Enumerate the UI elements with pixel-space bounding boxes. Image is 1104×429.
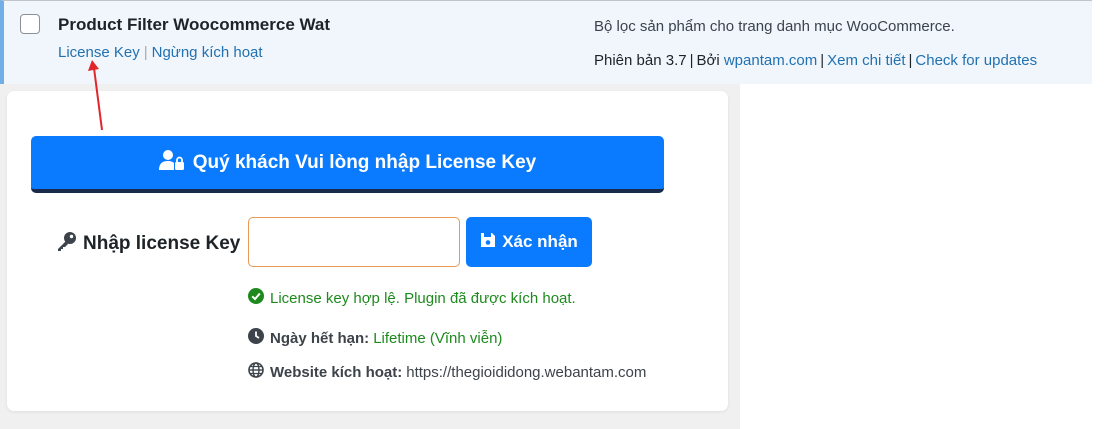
plugin-row: Product Filter Woocommerce Wat License K… (0, 0, 1092, 84)
deactivate-link[interactable]: Ngừng kích hoạt (152, 44, 263, 61)
user-lock-icon (158, 149, 193, 177)
author-link[interactable]: wpantam.com (724, 52, 817, 69)
license-key-label-text: Nhập license Key (83, 233, 241, 254)
globe-icon (248, 362, 270, 382)
license-key-label: Nhập license Key (57, 231, 240, 257)
plugin-meta: Phiên bản 3.7 | Bởi wpantam.com | Xem chi ti… (594, 52, 1037, 69)
confirm-button-label: Xác nhận (502, 232, 578, 251)
website-value: https://thegioididong.webantam.com (406, 363, 647, 381)
save-icon (480, 232, 502, 253)
annotation-arrow-icon (88, 60, 103, 131)
check-circle-icon (248, 288, 270, 308)
website-line: Website kích hoạt: https://thegioididong… (248, 362, 646, 382)
expiry-value: Lifetime (Vĩnh viễn) (373, 329, 503, 347)
banner-text: Quý khách Vui lòng nhập License Key (192, 151, 537, 173)
plugin-title: Product Filter Woocommerce Wat (58, 15, 331, 34)
key-icon (57, 231, 83, 257)
check-updates-link[interactable]: Check for updates (915, 52, 1037, 69)
plugin-version: Phiên bản 3.7 (594, 52, 687, 69)
meta-separator: | (689, 52, 694, 69)
website-label: Website kích hoạt: (270, 363, 403, 381)
select-plugin-checkbox[interactable] (20, 14, 40, 34)
license-status-text: License key hợp lệ. Plugin đã được kích … (270, 289, 576, 307)
license-banner: Quý khách Vui lòng nhập License Key (31, 136, 664, 193)
license-key-input[interactable] (248, 217, 460, 267)
license-status: License key hợp lệ. Plugin đã được kích … (248, 288, 576, 308)
view-details-link[interactable]: Xem chi tiết (827, 52, 905, 69)
by-label: Bởi (696, 52, 720, 69)
clock-icon (248, 328, 270, 348)
row-action-separator: | (143, 44, 148, 61)
expiry-line: Ngày hết hạn: Lifetime (Vĩnh viễn) (248, 328, 502, 348)
license-panel: Quý khách Vui lòng nhập License Key Nhập… (7, 91, 728, 411)
expiry-label: Ngày hết hạn: (270, 329, 370, 347)
plugin-description: Bộ lọc sản phẩm cho trang danh mục WooCo… (594, 18, 955, 35)
meta-separator: | (908, 52, 913, 69)
meta-separator: | (820, 52, 825, 69)
confirm-button[interactable]: Xác nhận (466, 217, 592, 267)
